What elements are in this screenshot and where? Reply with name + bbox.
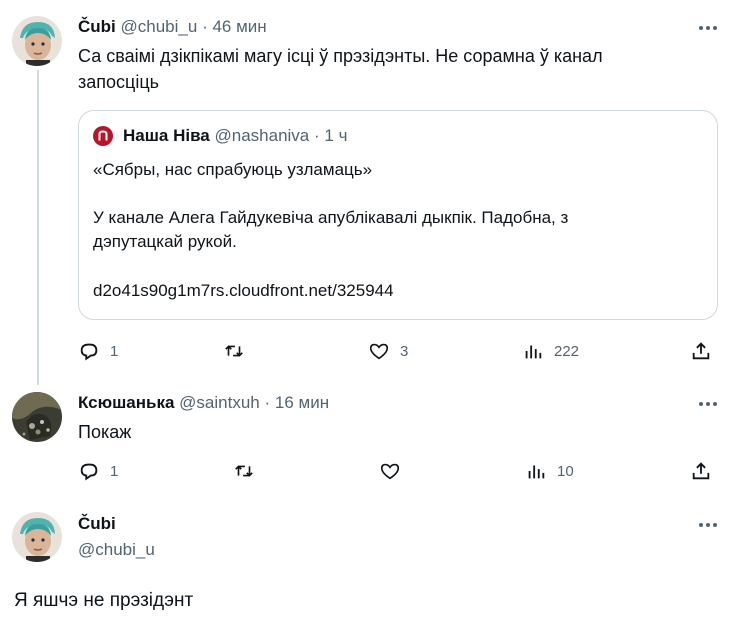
tweet-text-line: Са сваімі дзікпікамі магу ісці ў прэзідэ… (78, 46, 603, 66)
separator-dot: · (264, 393, 271, 412)
like-count: 3 (400, 342, 409, 360)
retweet-button[interactable] (233, 459, 255, 483)
like-icon (380, 463, 400, 480)
tweet-actions: 1 10 (78, 459, 718, 483)
more-icon[interactable] (697, 515, 719, 535)
author-handle[interactable]: @saintxuh (179, 393, 260, 412)
views-button[interactable]: 10 (525, 459, 574, 483)
quote-header: Наша Ніва @nashaniva · 1 ч (123, 126, 347, 146)
like-icon (369, 343, 389, 360)
retweet-icon (235, 465, 253, 477)
tweet-header: Čubi @chubi_u · 46 мин (78, 17, 267, 37)
avatar[interactable] (12, 392, 62, 442)
quote-text: У канале Алега Гайдукевіча апублікавалі … (93, 208, 569, 227)
more-icon[interactable] (697, 394, 719, 414)
thread-line (37, 70, 39, 385)
tweet-actions: 1 3 222 (78, 339, 718, 363)
author-name[interactable]: Čubi (78, 17, 116, 36)
timestamp[interactable]: 46 мин (212, 17, 266, 36)
tweet-text: Са сваімі дзікпікамі магу ісці ў прэзідэ… (78, 43, 603, 95)
share-button[interactable] (690, 459, 712, 483)
reply-button[interactable]: 1 (78, 459, 118, 483)
separator-dot: · (314, 126, 320, 145)
tweet-text: Я яшчэ не прэзідэнт (14, 590, 194, 611)
quote-author-handle: @nashaniva (214, 126, 310, 145)
like-button[interactable]: 3 (368, 339, 408, 363)
author-name[interactable]: Ксюшанька (78, 393, 174, 412)
separator-dot: · (202, 17, 208, 36)
views-icon (528, 465, 545, 479)
quote-text: «Сябры, нас спрабуюць узламаць» (93, 160, 373, 179)
author-name[interactable]: Čubi (78, 514, 116, 534)
tweet-text: Покаж (78, 422, 132, 442)
views-button[interactable]: 222 (522, 339, 579, 363)
tweet-header: Ксюшанька @saintxuh · 16 мин (78, 393, 329, 413)
quote-link[interactable]: d2o41s90g1m7rs.cloudfront.net/325944 (93, 279, 394, 303)
more-icon[interactable] (697, 18, 719, 38)
share-icon (692, 342, 710, 360)
reply-button[interactable]: 1 (78, 339, 118, 363)
avatar[interactable] (12, 16, 62, 66)
author-handle[interactable]: @chubi_u (78, 540, 155, 560)
reply-count: 1 (110, 462, 119, 480)
quoted-tweet[interactable]: Наша Ніва @nashaniva · 1 ч «Сябры, нас с… (78, 110, 718, 320)
like-button[interactable] (379, 459, 401, 483)
quote-timestamp: 1 ч (324, 126, 348, 145)
views-count: 222 (554, 342, 580, 360)
quote-author-name: Наша Ніва (123, 126, 210, 145)
share-icon (692, 462, 710, 480)
reply-count: 1 (110, 342, 119, 360)
retweet-button[interactable] (223, 339, 245, 363)
views-icon (525, 345, 542, 359)
avatar[interactable] (12, 512, 62, 562)
author-handle[interactable]: @chubi_u (121, 17, 198, 36)
tweet-text-line: запосціць (78, 72, 160, 92)
quote-avatar (93, 126, 113, 146)
share-button[interactable] (690, 339, 712, 363)
timestamp[interactable]: 16 мин (275, 393, 329, 412)
retweet-icon (225, 345, 243, 357)
reply-icon (80, 343, 98, 361)
reply-icon (80, 463, 98, 481)
views-count: 10 (557, 462, 574, 480)
quote-text: дэпутацкай рукой. (93, 232, 237, 251)
